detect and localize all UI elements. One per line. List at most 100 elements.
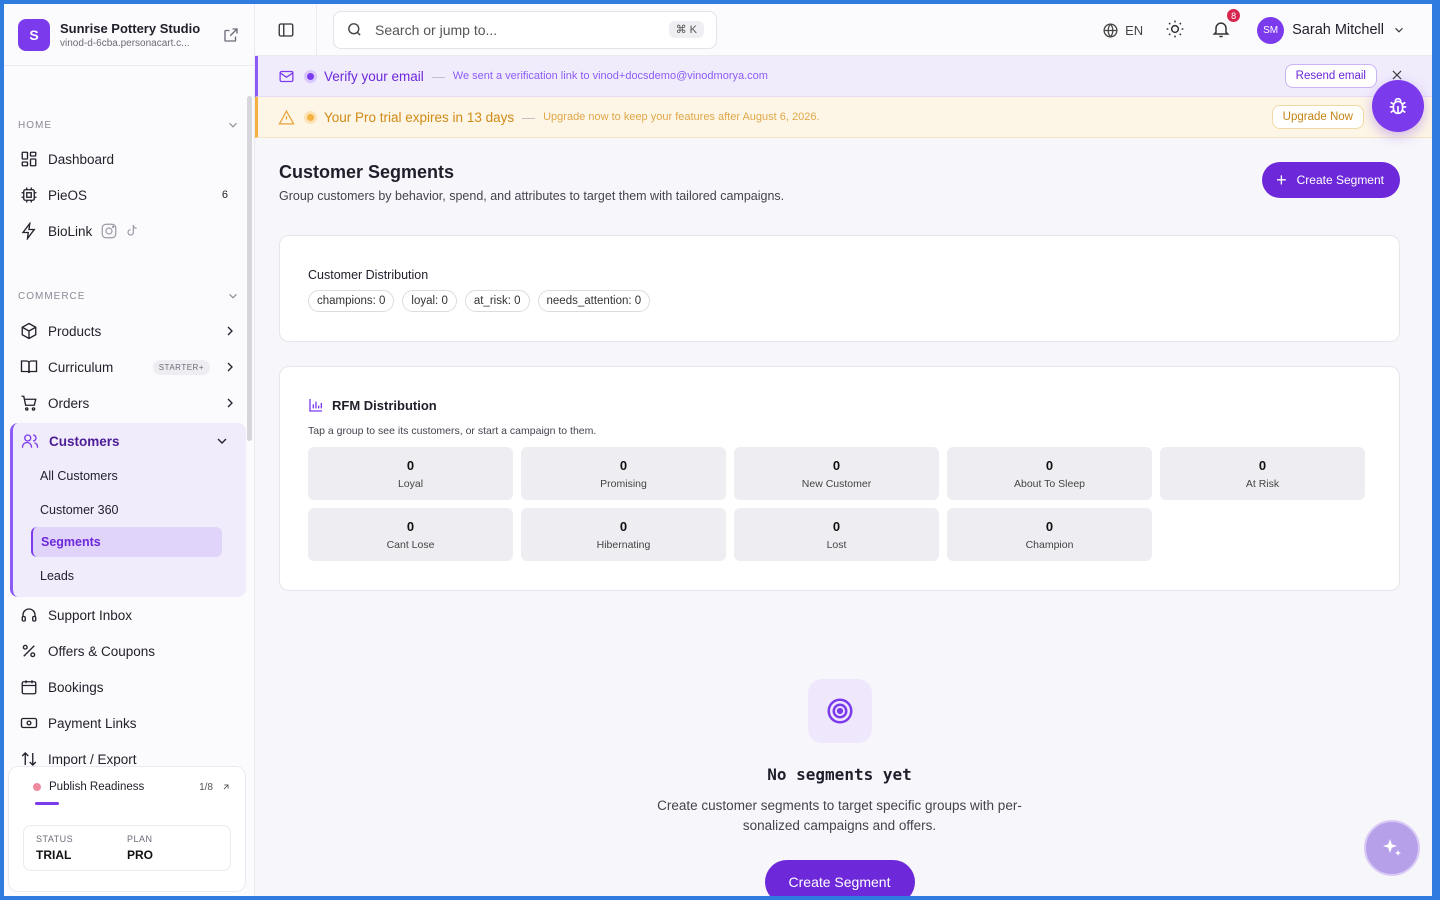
plan-key: PLAN <box>127 834 153 844</box>
main-area: ⌘ K EN 8 SM Sarah Mitchell <box>255 4 1432 896</box>
sidebar-subitem-segments[interactable]: Segments <box>31 527 222 557</box>
ai-assistant-button[interactable] <box>1364 820 1420 876</box>
rfm-tile-champion[interactable]: 0 Champion <box>947 508 1152 561</box>
rfm-subtitle: Tap a group to see its customers, or sta… <box>308 425 597 437</box>
section-commerce[interactable]: COMMERCE <box>4 287 254 305</box>
pieos-count: 6 <box>221 189 228 201</box>
tiktok-icon[interactable] <box>124 223 140 239</box>
banner-separator: — <box>431 68 445 84</box>
rfm-tile-new-customer[interactable]: 0 New Customer <box>734 447 939 500</box>
publish-readiness-card[interactable]: Publish Readiness 1/8 STATUS TRIAL PLAN … <box>8 766 246 892</box>
brand-avatar: S <box>18 18 50 51</box>
user-menu[interactable]: SM Sarah Mitchell <box>1257 16 1406 44</box>
rfm-tile-lost[interactable]: 0 Lost <box>734 508 939 561</box>
search-box[interactable]: ⌘ K <box>333 10 717 49</box>
theme-toggle-button[interactable] <box>1165 19 1187 41</box>
sidebar-toggle-icon <box>278 22 293 37</box>
search-input[interactable] <box>375 21 669 38</box>
publish-title: Publish Readiness <box>49 781 145 793</box>
sidebar-item-label: BioLink <box>48 223 93 239</box>
distribution-title: Customer Distribution <box>308 268 429 282</box>
sidebar-item-dashboard[interactable]: Dashboard <box>4 141 254 177</box>
sidebar-item-orders[interactable]: Orders <box>4 385 254 421</box>
mail-icon <box>279 70 294 82</box>
customer-distribution-card: Customer Distribution champions: 0 loyal… <box>279 235 1400 342</box>
chevron-down-icon <box>217 438 227 444</box>
rfm-label: Champion <box>1025 538 1074 551</box>
target-icon <box>807 679 872 743</box>
rfm-tile-promising[interactable]: 0 Promising <box>521 447 726 500</box>
search-icon <box>348 23 361 36</box>
rfm-tile-hibernating[interactable]: 0 Hibernating <box>521 508 726 561</box>
distribution-chip-needs-attention: needs_attention: 0 <box>537 290 651 312</box>
rfm-value: 0 <box>1045 518 1054 534</box>
upgrade-now-button[interactable]: Upgrade Now <box>1271 105 1364 129</box>
sidebar-item-label: Offers & Coupons <box>48 643 156 659</box>
external-link-icon[interactable] <box>222 26 240 44</box>
section-home[interactable]: HOME <box>4 116 254 134</box>
page-subtitle: Group customers by behavior, spend, and … <box>279 189 785 203</box>
rfm-label: Lost <box>826 538 847 551</box>
sidebar-item-pieos[interactable]: PieOS 6 <box>4 177 254 213</box>
rfm-tile-cant-lose[interactable]: 0 Cant Lose <box>308 508 513 561</box>
sidebar-item-customers[interactable]: Customers <box>13 423 246 459</box>
create-segment-label: Create Segment <box>1296 173 1384 187</box>
sidebar-item-label: Support Inbox <box>48 607 133 623</box>
arrow-up-right-icon[interactable] <box>221 782 231 792</box>
sidebar-subitem-all-customers[interactable]: All Customers <box>13 459 246 493</box>
rfm-value: 0 <box>1258 457 1267 473</box>
globe-icon <box>1103 22 1118 38</box>
rfm-value: 0 <box>406 457 415 473</box>
rfm-label: Cant Lose <box>386 538 435 551</box>
chevron-down-icon <box>229 293 237 299</box>
resend-email-button[interactable]: Resend email <box>1284 64 1377 88</box>
sidebar-scrollbar[interactable] <box>247 96 252 441</box>
avatar: SM <box>1257 16 1285 44</box>
chevron-right-icon <box>227 326 233 336</box>
rfm-label: New Customer <box>801 477 872 490</box>
rfm-value: 0 <box>619 457 628 473</box>
rfm-distribution-card: RFM Distribution Tap a group to see its … <box>279 366 1400 591</box>
users-icon <box>21 434 39 448</box>
rfm-label: Promising <box>600 477 647 490</box>
sidebar-subitem-customer-360[interactable]: Customer 360 <box>13 493 246 527</box>
create-segment-button[interactable]: + Create Segment <box>1262 162 1400 198</box>
sidebar-item-offers-coupons[interactable]: Offers & Coupons <box>4 633 254 669</box>
sidebar-subitem-leads[interactable]: Leads <box>13 559 246 593</box>
instagram-icon[interactable] <box>100 222 118 240</box>
sidebar-item-bookings[interactable]: Bookings <box>4 669 254 705</box>
book-icon <box>20 360 38 374</box>
rfm-tile-at-risk[interactable]: 0 At Risk <box>1160 447 1365 500</box>
sidebar-item-curriculum[interactable]: Curriculum STARTER+ <box>4 349 254 385</box>
rfm-label: About To Sleep <box>1013 477 1086 490</box>
trial-status-dot <box>307 113 314 121</box>
page-title: Customer Segments <box>279 162 455 182</box>
empty-create-segment-button[interactable]: Create Segment <box>764 860 915 896</box>
sidebar-toggle-button[interactable] <box>255 4 317 56</box>
sidebar-item-products[interactable]: Products <box>4 313 254 349</box>
language-selector[interactable]: EN <box>1102 22 1143 39</box>
rfm-value: 0 <box>832 457 841 473</box>
distribution-chip-at-risk: at_risk: 0 <box>464 290 530 312</box>
email-banner-title: Verify your email <box>324 68 424 84</box>
sidebar-item-payment-links[interactable]: Payment Links <box>4 705 254 741</box>
empty-state-title: No segments yet <box>767 765 912 784</box>
rfm-value: 0 <box>619 518 628 534</box>
notifications-button[interactable]: 8 <box>1211 8 1242 41</box>
section-home-label: HOME <box>18 119 52 131</box>
rfm-tile-about-to-sleep[interactable]: 0 About To Sleep <box>947 447 1152 500</box>
sidebar-item-support-inbox[interactable]: Support Inbox <box>4 597 254 633</box>
page-content: Customer Segments Group customers by beh… <box>255 138 1432 896</box>
bug-icon <box>1389 97 1407 115</box>
customers-group: Customers All Customers Customer 360 Seg… <box>10 423 246 597</box>
rfm-tile-loyal[interactable]: 0 Loyal <box>308 447 513 500</box>
sidebar-item-label: Curriculum <box>48 359 114 375</box>
brand-header[interactable]: S Sunrise Pottery Studio vinod-d-6cba.pe… <box>4 4 254 66</box>
rfm-label: Hibernating <box>596 538 651 551</box>
bug-report-button[interactable] <box>1372 80 1424 132</box>
rfm-label: Loyal <box>397 477 424 490</box>
sidebar-item-biolink[interactable]: BioLink <box>4 213 254 249</box>
chevron-right-icon <box>227 362 233 372</box>
sidebar: S Sunrise Pottery Studio vinod-d-6cba.pe… <box>4 4 255 896</box>
sidebar-item-label: Orders <box>48 395 90 411</box>
